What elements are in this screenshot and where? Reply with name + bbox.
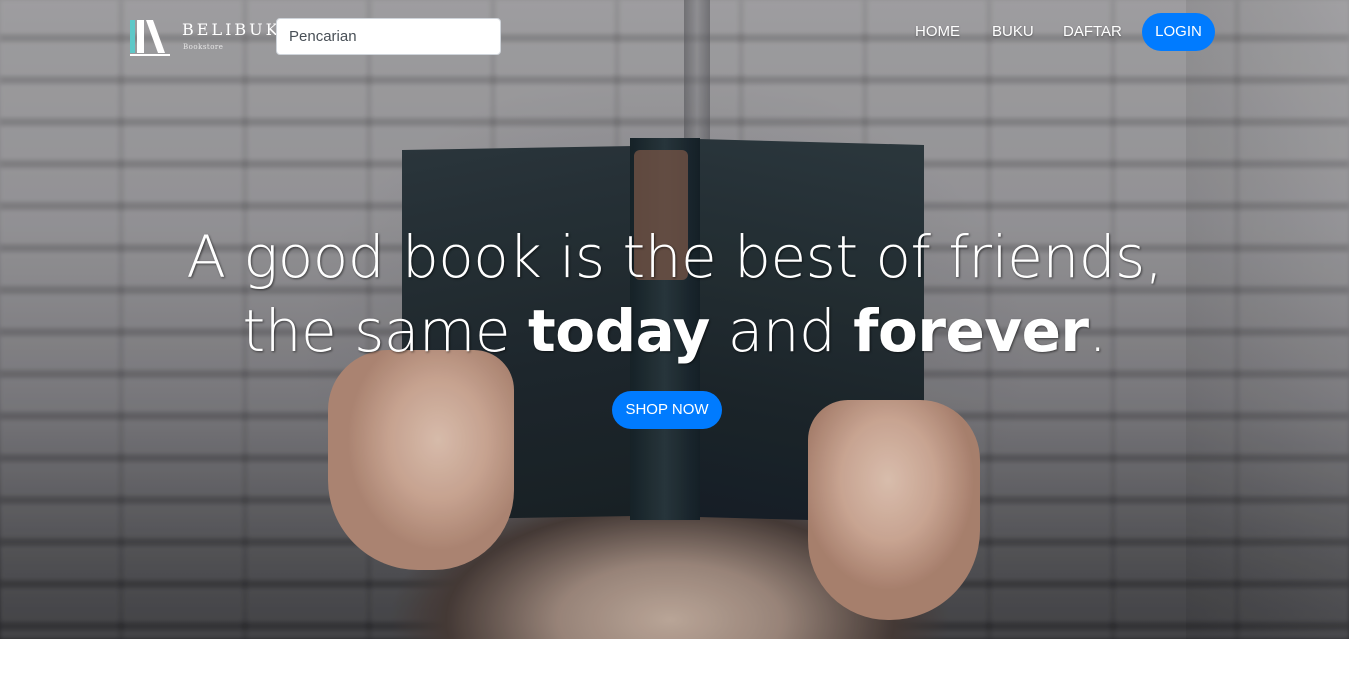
- hero-headline-line-1: A good book is the best of friends,: [186, 223, 1163, 291]
- navbar: BELIBUK Bookstore HOME BUKU DAFTAR LOGIN: [0, 0, 1349, 72]
- nav-home-link[interactable]: HOME: [915, 13, 960, 51]
- hero-emphasis-forever: forever: [853, 297, 1089, 365]
- hero-headline: A good book is the best of friends, the …: [0, 220, 1349, 368]
- brand-name: BELIBUK: [182, 20, 281, 39]
- nav-daftar-link[interactable]: DAFTAR: [1063, 13, 1122, 51]
- hero-section: A good book is the best of friends, the …: [0, 0, 1349, 639]
- shop-now-button[interactable]: SHOP NOW: [612, 391, 722, 429]
- hero-emphasis-today: today: [528, 297, 710, 365]
- book-logo-icon: [130, 20, 170, 56]
- brand-logo[interactable]: BELIBUK Bookstore: [129, 17, 278, 57]
- login-button[interactable]: LOGIN: [1142, 13, 1215, 51]
- search-input[interactable]: [276, 18, 501, 55]
- nav-buku-link[interactable]: BUKU: [992, 13, 1034, 51]
- brand-tagline: Bookstore: [183, 43, 224, 51]
- hero-headline-line-2: the same today and forever.: [242, 297, 1107, 365]
